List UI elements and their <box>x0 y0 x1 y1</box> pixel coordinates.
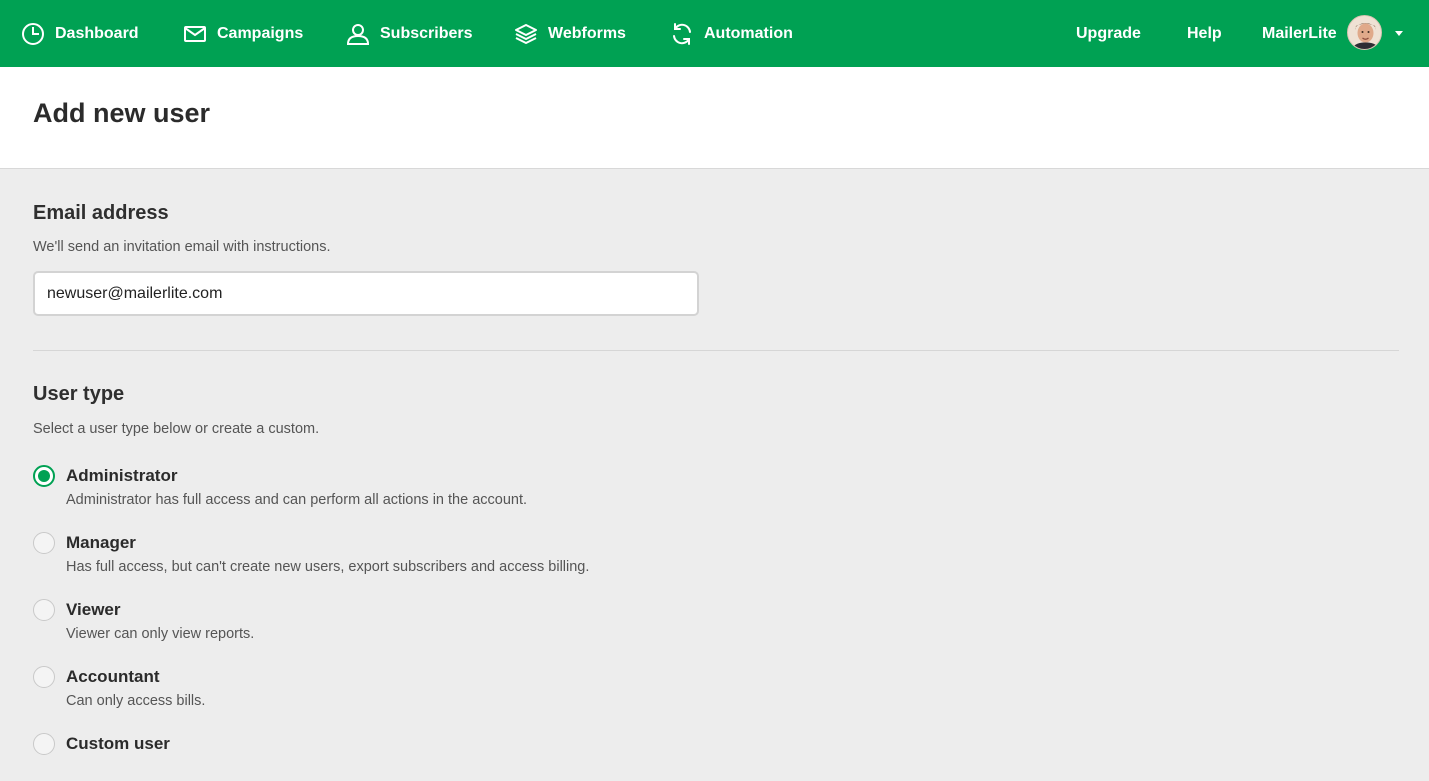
account-menu[interactable]: MailerLite <box>1262 0 1337 67</box>
user-type-label: Accountant <box>66 667 160 686</box>
nav-item-campaigns[interactable]: Campaigns <box>183 0 303 67</box>
top-navigation-bar: Dashboard Campaigns Subscribers Webforms… <box>0 0 1429 67</box>
user-type-section-description: Select a user type below or create a cus… <box>33 421 320 437</box>
nav-item-label: Automation <box>704 24 793 42</box>
layers-icon <box>514 22 538 46</box>
user-type-description: Administrator has full access and can pe… <box>66 492 528 508</box>
nav-item-label: Subscribers <box>380 24 473 42</box>
email-section-description: We'll send an invitation email with inst… <box>33 239 331 255</box>
user-type-option-administrator[interactable]: Administrator Administrator has full acc… <box>33 465 733 515</box>
email-field[interactable] <box>33 271 699 316</box>
radio-button[interactable] <box>33 666 55 688</box>
nav-item-automation[interactable]: Automation <box>670 0 793 67</box>
email-section-title: Email address <box>33 202 169 224</box>
nav-item-subscribers[interactable]: Subscribers <box>346 0 472 67</box>
avatar[interactable] <box>1347 15 1382 50</box>
radio-button[interactable] <box>33 733 55 755</box>
user-type-label: Custom user <box>66 734 170 753</box>
nav-item-label: Campaigns <box>217 24 304 42</box>
nav-item-dashboard[interactable]: Dashboard <box>21 0 139 67</box>
radio-button[interactable] <box>33 465 55 487</box>
page-header: Add new user <box>0 67 1429 169</box>
user-type-label: Administrator <box>66 466 178 485</box>
user-icon <box>346 22 370 46</box>
user-type-description: Can only access bills. <box>66 693 206 709</box>
user-type-option-accountant[interactable]: Accountant Can only access bills. <box>33 666 733 716</box>
upgrade-label: Upgrade <box>1076 24 1141 42</box>
chevron-down-icon[interactable] <box>1395 31 1403 36</box>
user-type-section-title: User type <box>33 383 125 405</box>
envelope-icon <box>183 22 207 46</box>
user-type-label: Manager <box>66 533 136 552</box>
nav-item-label: Webforms <box>548 24 626 42</box>
user-type-option-manager[interactable]: Manager Has full access, but can't creat… <box>33 532 733 582</box>
help-link[interactable]: Help <box>1187 0 1222 67</box>
radio-button[interactable] <box>33 532 55 554</box>
section-divider <box>33 350 1399 351</box>
refresh-icon <box>670 22 694 46</box>
user-type-description: Viewer can only view reports. <box>66 626 255 642</box>
nav-item-webforms[interactable]: Webforms <box>514 0 626 67</box>
user-type-label: Viewer <box>66 600 121 619</box>
help-label: Help <box>1187 24 1222 42</box>
upgrade-link[interactable]: Upgrade <box>1076 0 1141 67</box>
user-type-option-custom-user[interactable]: Custom user <box>33 733 733 758</box>
account-name: MailerLite <box>1262 24 1337 42</box>
nav-item-label: Dashboard <box>55 24 139 42</box>
user-type-option-viewer[interactable]: Viewer Viewer can only view reports. <box>33 599 733 649</box>
page-title: Add new user <box>33 98 211 128</box>
clock-icon <box>21 22 45 46</box>
radio-button[interactable] <box>33 599 55 621</box>
user-type-description: Has full access, but can't create new us… <box>66 559 590 575</box>
